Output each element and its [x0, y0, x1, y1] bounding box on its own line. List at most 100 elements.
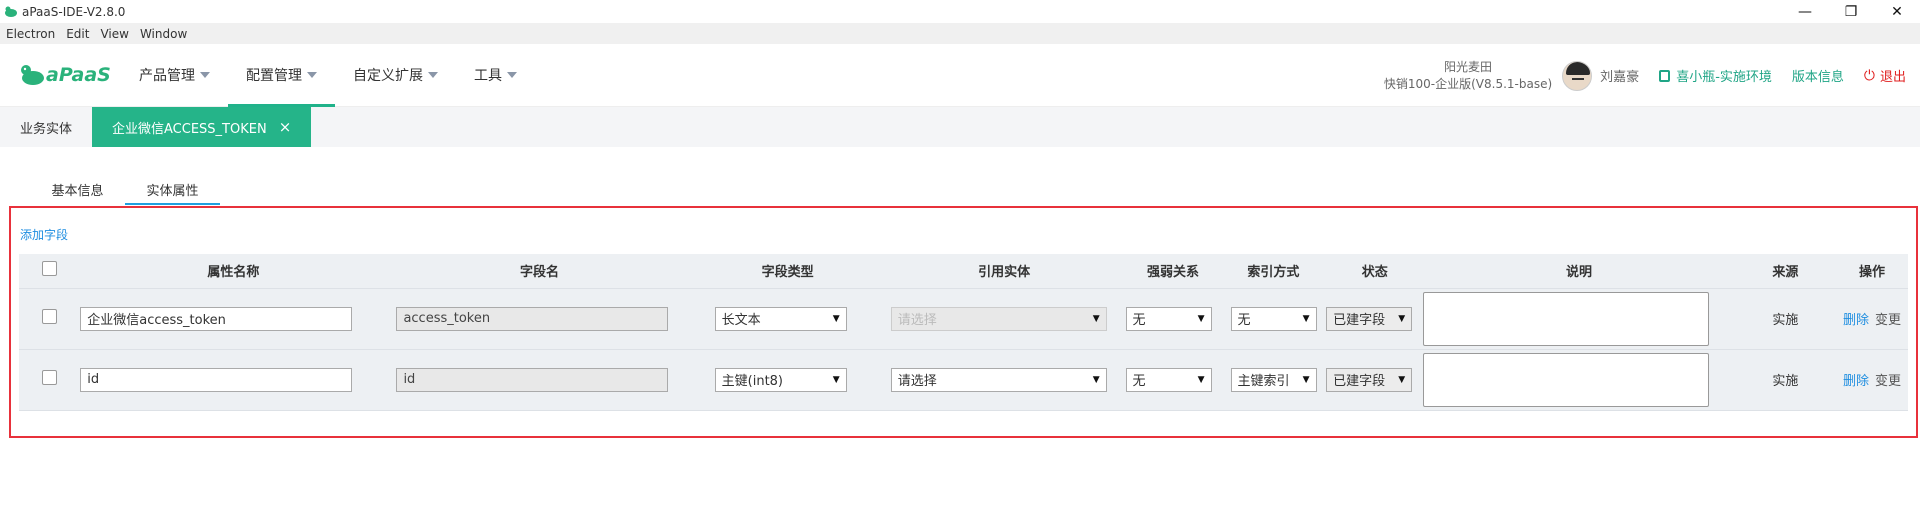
dropdown-arrow-icon: ▼ [1398, 374, 1406, 385]
table-row: id id 主键(int8) ▼ 请选择 ▼ 无 ▼ 主键索引 ▼ 已建字段 ▼ 实施 删… [19, 349, 1908, 411]
nav-config-management[interactable]: 配置管理 [228, 44, 335, 107]
turtle-logo-icon [21, 65, 44, 85]
col-index: 索引方式 [1220, 254, 1327, 289]
actions-cell: 删除 变更 [1836, 288, 1908, 350]
table-header-row: 属性名称 字段名 字段类型 引用实体 强弱关系 索引方式 状态 说明 来源 操作 [19, 254, 1908, 289]
attr-name-input[interactable]: id [80, 367, 353, 392]
nav-tools[interactable]: 工具 [456, 44, 535, 107]
relation-select[interactable]: 无 ▼ [1125, 367, 1212, 392]
select-value: 主键(int8) [721, 374, 784, 389]
col-relation: 强弱关系 [1125, 254, 1221, 289]
col-field-name: 字段名 [386, 254, 693, 289]
company-version: 快销100-企业版(V8.5.1-base) [1383, 76, 1553, 91]
index-select[interactable]: 主键索引 ▼ [1230, 367, 1317, 392]
index-select[interactable]: 无 ▼ [1230, 306, 1317, 331]
restore-button[interactable]: ❐ [1828, 0, 1874, 23]
menu-window[interactable]: Window [140, 27, 187, 41]
change-link[interactable]: 变更 [1875, 313, 1901, 328]
close-icon[interactable]: × [279, 118, 292, 136]
user-name[interactable]: 刘嘉豪 [1600, 66, 1639, 85]
select-value: 请选择 [897, 374, 937, 389]
entity-subtabs: 基本信息 实体属性 [30, 180, 220, 205]
select-value: 已建字段 [1333, 374, 1386, 389]
caret-down-icon [307, 72, 317, 78]
source-cell: 实施 [1734, 349, 1837, 411]
close-window-button[interactable]: ✕ [1874, 0, 1920, 23]
select-value: 无 [1132, 374, 1146, 389]
description-textarea[interactable] [1423, 352, 1710, 407]
avatar[interactable] [1562, 60, 1593, 91]
app-header: aPaaS 产品管理 配置管理 自定义扩展 工具 阳光麦田 快销100-企业版(… [0, 44, 1920, 107]
caret-down-icon [428, 72, 438, 78]
caret-down-icon [200, 72, 210, 78]
nav-custom-extension[interactable]: 自定义扩展 [335, 44, 456, 107]
col-description: 说明 [1423, 254, 1735, 289]
dropdown-arrow-icon: ▼ [1302, 313, 1310, 324]
attr-name-input[interactable]: 企业微信access_token [80, 306, 353, 331]
tab-label: 业务实体 [20, 121, 73, 137]
col-status: 状态 [1326, 254, 1424, 289]
field-name-input: id [396, 367, 669, 392]
delete-link[interactable]: 删除 [1843, 374, 1869, 389]
select-value: 无 [1237, 313, 1251, 328]
actions-cell: 删除 变更 [1836, 349, 1908, 411]
power-icon: ⏻ [1863, 67, 1875, 84]
field-type-select[interactable]: 主键(int8) ▼ [714, 367, 847, 392]
select-value: 无 [1132, 313, 1146, 328]
company-name: 阳光麦田 [1444, 59, 1493, 74]
field-name-input: access_token [396, 306, 669, 331]
minimize-button[interactable]: — [1782, 0, 1828, 23]
select-value: 请选择 [897, 313, 937, 328]
relation-select[interactable]: 无 ▼ [1125, 306, 1212, 331]
environment-icon [1659, 69, 1671, 82]
delete-link[interactable]: 删除 [1843, 313, 1869, 328]
nav-label: 产品管理 [139, 68, 195, 84]
window-titlebar: aPaaS-IDE-V2.8.0 — ❐ ✕ [0, 0, 1920, 23]
nav-product-management[interactable]: 产品管理 [121, 44, 228, 107]
tab-business-entity[interactable]: 业务实体 [0, 107, 92, 147]
brand-logo[interactable]: aPaaS [0, 63, 121, 87]
attributes-table: 属性名称 字段名 字段类型 引用实体 强弱关系 索引方式 状态 说明 来源 操作… [19, 254, 1908, 411]
app-logo-icon [5, 6, 17, 17]
menu-edit[interactable]: Edit [66, 27, 89, 41]
ref-entity-select: 请选择 ▼ [890, 306, 1107, 331]
change-link[interactable]: 变更 [1875, 374, 1901, 389]
select-value: 主键索引 [1237, 374, 1290, 389]
logo-text: aPaaS [46, 64, 111, 86]
select-all-checkbox[interactable] [42, 261, 58, 277]
version-info-link[interactable]: 版本信息 [1792, 66, 1844, 85]
col-ref-entity: 引用实体 [882, 254, 1126, 289]
nav-label: 配置管理 [246, 68, 302, 84]
select-value: 已建字段 [1333, 313, 1386, 328]
menu-view[interactable]: View [100, 27, 128, 41]
row-checkbox[interactable] [42, 309, 58, 324]
nav-label: 自定义扩展 [353, 68, 423, 84]
source-cell: 实施 [1734, 288, 1837, 350]
select-value: 长文本 [721, 313, 761, 328]
logout-button[interactable]: ⏻ 退出 [1863, 66, 1906, 86]
ref-entity-select[interactable]: 请选择 ▼ [890, 367, 1107, 392]
subtab-entity-attributes[interactable]: 实体属性 [125, 180, 220, 205]
table-row: 企业微信access_token access_token 长文本 ▼ 请选择 ▼ … [19, 288, 1908, 350]
field-type-select[interactable]: 长文本 ▼ [714, 306, 847, 331]
logout-label: 退出 [1879, 70, 1906, 85]
nav-label: 工具 [474, 68, 502, 84]
row-checkbox[interactable] [42, 370, 58, 385]
col-field-type: 字段类型 [692, 254, 883, 289]
description-textarea[interactable] [1423, 291, 1710, 346]
subtab-basic-info[interactable]: 基本信息 [30, 180, 125, 205]
add-field-link[interactable]: 添加字段 [20, 226, 68, 243]
company-info: 阳光麦田 快销100-企业版(V8.5.1-base) [1384, 59, 1552, 93]
dropdown-arrow-icon: ▼ [1197, 374, 1205, 385]
col-actions: 操作 [1836, 254, 1908, 289]
dropdown-arrow-icon: ▼ [832, 313, 840, 324]
status-select[interactable]: 已建字段 ▼ [1326, 367, 1413, 392]
col-source: 来源 [1734, 254, 1837, 289]
dropdown-arrow-icon: ▼ [1197, 313, 1205, 324]
status-select[interactable]: 已建字段 ▼ [1326, 306, 1413, 331]
window-title: aPaaS-IDE-V2.8.0 [22, 4, 126, 19]
environment-link[interactable]: 喜小瓶-实施环境 [1659, 66, 1772, 85]
tab-wechat-access-token[interactable]: 企业微信ACCESS_TOKEN × [92, 107, 312, 147]
menu-electron[interactable]: Electron [6, 27, 55, 41]
main-nav: 产品管理 配置管理 自定义扩展 工具 [121, 44, 535, 107]
